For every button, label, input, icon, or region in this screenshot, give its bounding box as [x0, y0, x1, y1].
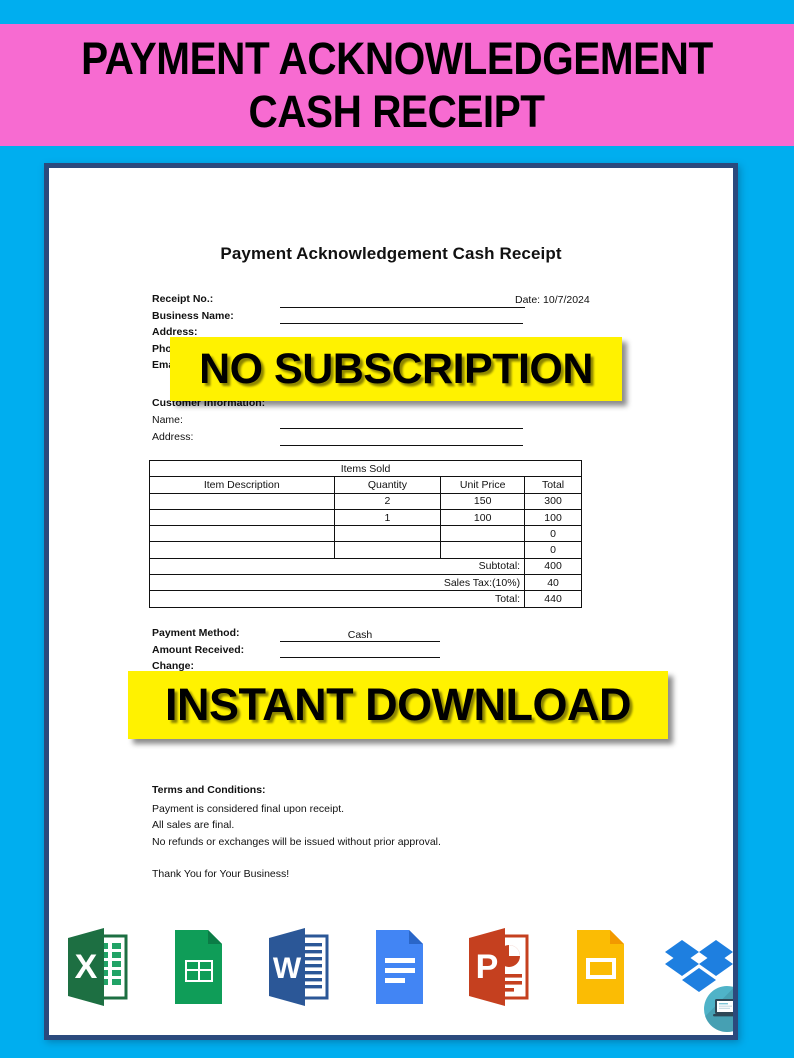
- field-customer-name: Name:: [152, 414, 552, 431]
- google-docs-icon[interactable]: [359, 922, 437, 1012]
- cell-description: [149, 492, 335, 510]
- cell-quantity: 1: [333, 508, 442, 527]
- receipt-page: Payment Acknowledgement Cash Receipt Rec…: [49, 168, 733, 1035]
- payment-method-value: Cash: [347, 628, 373, 641]
- field-rule[interactable]: [280, 445, 523, 446]
- no-subscription-label: NO SUBSCRIPTION: [199, 344, 593, 393]
- field-payment-method: Payment Method: Cash: [152, 627, 582, 644]
- column-header-quantity: Quantity: [333, 476, 442, 494]
- terms-and-conditions-section: Terms and Conditions: Payment is conside…: [152, 782, 582, 883]
- field-rule[interactable]: [280, 428, 523, 429]
- field-rule[interactable]: [280, 640, 440, 642]
- terms-line: No refunds or exchanges will be issued w…: [152, 835, 441, 848]
- cell-description: [149, 508, 335, 527]
- svg-text:W: W: [272, 952, 301, 985]
- field-label: Address:: [152, 431, 194, 443]
- summary-value: 400: [524, 557, 582, 576]
- summary-value: 440: [524, 590, 582, 608]
- cell-unit-price: 150: [440, 492, 526, 510]
- banner-title-line-1: PAYMENT ACKNOWLEDGEMENT: [81, 32, 713, 84]
- terms-line: Payment is considered final upon receipt…: [152, 802, 345, 815]
- cell-quantity: 2: [333, 492, 442, 510]
- field-receipt-no: Receipt No.:: [152, 293, 682, 310]
- items-sold-table: Items Sold Item Description Quantity Uni…: [148, 459, 582, 608]
- summary-row-subtotal: Subtotal: 400: [148, 557, 582, 576]
- page-title: Payment Acknowledgement Cash Receipt: [220, 244, 562, 263]
- summary-value: 40: [524, 574, 582, 592]
- column-header-unit-price: Unit Price: [440, 476, 526, 494]
- field-rule[interactable]: [280, 657, 440, 658]
- table-row: 0: [149, 525, 582, 543]
- field-business-name: Business Name:: [152, 310, 682, 327]
- table-row: 2 150 300: [149, 492, 582, 510]
- items-table-title: Items Sold: [149, 459, 582, 478]
- field-rule[interactable]: [280, 323, 523, 324]
- table-header-row: Item Description Quantity Unit Price Tot…: [149, 476, 582, 494]
- cell-quantity: [333, 541, 442, 559]
- cell-description: [149, 541, 335, 559]
- payment-details-section: Payment Method: Cash Amount Received: Ch…: [152, 627, 582, 677]
- thank-you-message: Thank You for Your Business!: [152, 868, 290, 880]
- field-label: Name:: [152, 414, 183, 426]
- cell-total: 300: [524, 492, 582, 510]
- summary-label: Subtotal:: [148, 557, 526, 576]
- svg-text:X: X: [75, 948, 98, 986]
- column-header-total: Total: [524, 476, 582, 494]
- summary-row-total: Total: 440: [148, 590, 582, 608]
- field-label: Amount Received:: [152, 643, 245, 656]
- banner-title-line-2: CASH RECEIPT: [248, 86, 546, 137]
- cell-unit-price: 100: [440, 508, 526, 527]
- microsoft-powerpoint-icon[interactable]: P: [459, 922, 537, 1012]
- cell-total: 0: [524, 541, 582, 559]
- google-sheets-icon[interactable]: [158, 922, 236, 1012]
- field-rule[interactable]: [280, 306, 525, 308]
- receipt-document-preview[interactable]: Payment Acknowledgement Cash Receipt Rec…: [44, 163, 738, 1040]
- cell-total: 100: [524, 508, 582, 527]
- table-title-row: Items Sold: [149, 459, 582, 478]
- cell-quantity: [333, 525, 442, 543]
- microsoft-excel-icon[interactable]: X: [58, 922, 136, 1012]
- top-blue-strip: [0, 0, 794, 24]
- field-amount-received: Amount Received:: [152, 644, 582, 661]
- table-row: 1 100 100: [149, 508, 582, 527]
- instant-download-badge: INSTANT DOWNLOAD: [128, 671, 668, 739]
- dropbox-icon[interactable]: [660, 922, 738, 1012]
- field-customer-address: Address:: [152, 431, 552, 448]
- summary-row-sales-tax: Sales Tax:(10%) 40: [148, 574, 582, 592]
- instant-download-label: INSTANT DOWNLOAD: [164, 679, 632, 730]
- cell-total: 0: [524, 525, 582, 543]
- supported-formats-icon-row: X W P: [58, 917, 738, 1017]
- cell-description: [149, 525, 335, 543]
- field-label: Receipt No.:: [152, 293, 214, 305]
- terms-heading: Terms and Conditions:: [152, 784, 266, 796]
- summary-label: Sales Tax:(10%): [148, 574, 526, 592]
- svg-text:P: P: [476, 948, 499, 986]
- field-label: Business Name:: [152, 309, 234, 322]
- cell-unit-price: [440, 525, 526, 543]
- no-subscription-badge: NO SUBSCRIPTION: [170, 337, 622, 401]
- column-header-item-description: Item Description: [149, 476, 335, 494]
- google-slides-icon[interactable]: [560, 922, 638, 1012]
- cell-unit-price: [440, 541, 526, 559]
- field-label: Payment Method:: [152, 627, 240, 639]
- receipt-date: Date: 10/7/2024: [515, 294, 590, 306]
- microsoft-word-icon[interactable]: W: [259, 922, 337, 1012]
- customer-info-section: Customer Information: Name: Address:: [152, 397, 552, 448]
- summary-label: Total:: [148, 590, 526, 608]
- terms-line: All sales are final.: [152, 819, 235, 831]
- table-row: 0: [149, 541, 582, 559]
- title-banner: PAYMENT ACKNOWLEDGEMENT CASH RECEIPT: [0, 24, 794, 146]
